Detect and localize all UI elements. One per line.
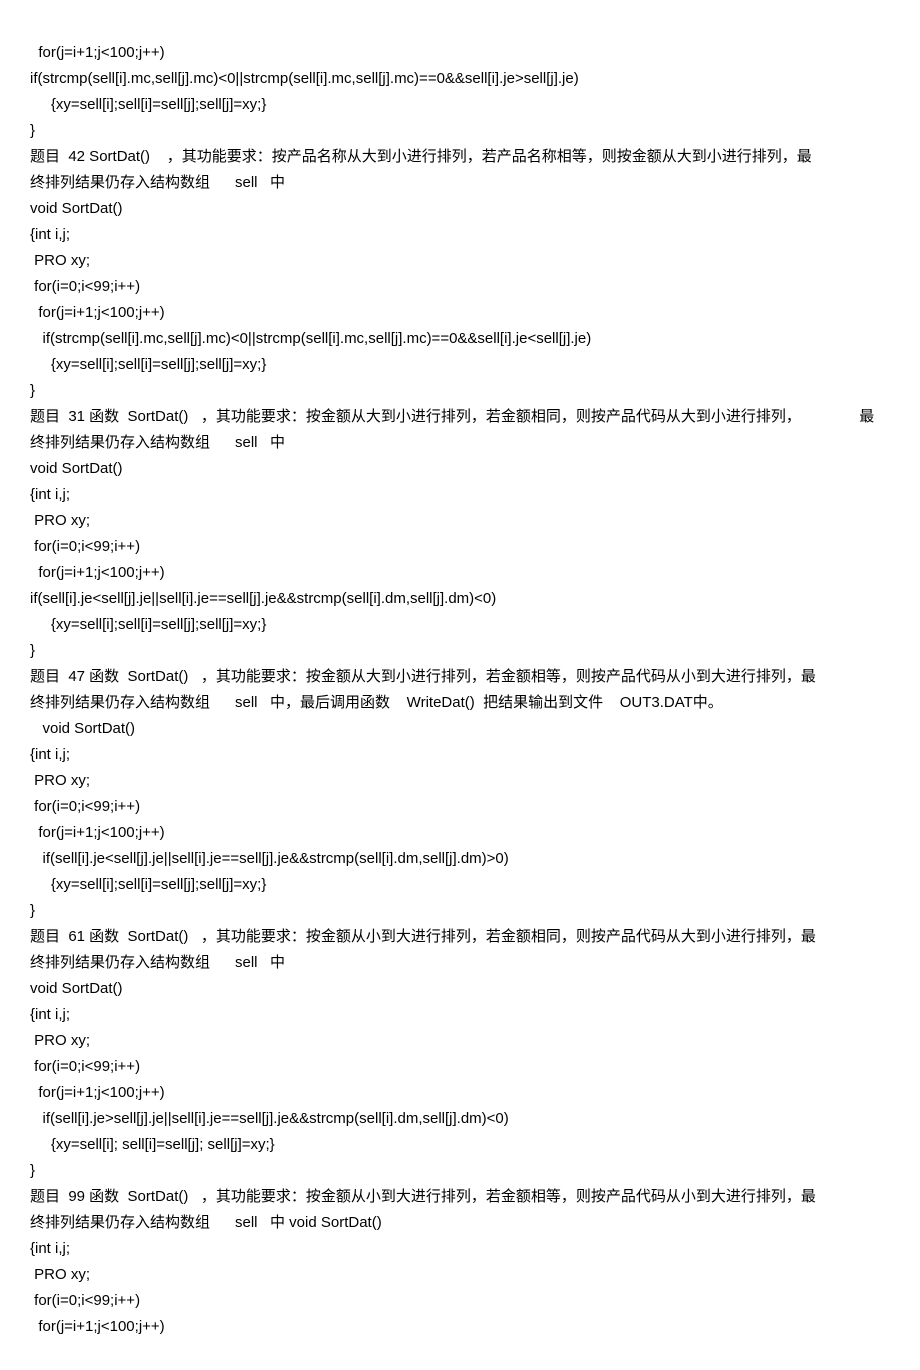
code-line: for(i=0;i<99;i++) (30, 274, 890, 300)
code-line: {xy=sell[i];sell[i]=sell[j];sell[j]=xy;} (30, 872, 890, 898)
code-line: } (30, 118, 890, 144)
code-line: } (30, 638, 890, 664)
code-line: {int i,j; (30, 1002, 890, 1028)
code-line: if(sell[i].je>sell[j].je||sell[i].je==se… (30, 1106, 890, 1132)
code-line: 题目 31 函数 SortDat() ，其功能要求：按金额从大到小进行排列，若金… (30, 404, 890, 430)
code-line: if(sell[i].je<sell[j].je||sell[i].je==se… (30, 846, 890, 872)
code-line: PRO xy; (30, 768, 890, 794)
code-line: } (30, 1158, 890, 1184)
code-line: {xy=sell[i]; sell[i]=sell[j]; sell[j]=xy… (30, 1132, 890, 1158)
code-line: for(i=0;i<99;i++) (30, 794, 890, 820)
code-line: {int i,j; (30, 1236, 890, 1262)
code-line: if(strcmp(sell[i].mc,sell[j].mc)<0||strc… (30, 66, 890, 92)
code-line: for(j=i+1;j<100;j++) (30, 40, 890, 66)
code-line: for(j=i+1;j<100;j++) (30, 820, 890, 846)
code-line: 终排列结果仍存入结构数组 sell 中 (30, 950, 890, 976)
code-line: for(i=0;i<99;i++) (30, 1054, 890, 1080)
code-line: PRO xy; (30, 1262, 890, 1288)
code-line: } (30, 378, 890, 404)
code-line: PRO xy; (30, 1028, 890, 1054)
code-line: {xy=sell[i];sell[i]=sell[j];sell[j]=xy;} (30, 612, 890, 638)
code-line: {xy=sell[i];sell[i]=sell[j];sell[j]=xy;} (30, 92, 890, 118)
code-line: if(sell[i].je<sell[j].je||sell[i].je==se… (30, 586, 890, 612)
code-line: void SortDat() (30, 196, 890, 222)
code-line: {int i,j; (30, 482, 890, 508)
code-line: } (30, 898, 890, 924)
code-line: {int i,j; (30, 742, 890, 768)
code-line: for(i=0;i<99;i++) (30, 534, 890, 560)
code-line: 终排列结果仍存入结构数组 sell 中 (30, 430, 890, 456)
code-line: for(j=i+1;j<100;j++) (30, 1314, 890, 1340)
code-line: for(j=i+1;j<100;j++) (30, 300, 890, 326)
code-line: void SortDat() (30, 456, 890, 482)
code-line: void SortDat() (30, 716, 890, 742)
code-line: 题目 61 函数 SortDat() ，其功能要求：按金额从小到大进行排列，若金… (30, 924, 890, 950)
code-line: 题目 42 SortDat() ，其功能要求：按产品名称从大到小进行排列，若产品… (30, 144, 890, 170)
code-line: 终排列结果仍存入结构数组 sell 中 void SortDat() (30, 1210, 890, 1236)
code-line: {xy=sell[i];sell[i]=sell[j];sell[j]=xy;} (30, 352, 890, 378)
code-line: for(i=0;i<99;i++) (30, 1288, 890, 1314)
code-line: 终排列结果仍存入结构数组 sell 中 (30, 170, 890, 196)
code-line: 题目 47 函数 SortDat() ，其功能要求：按金额从大到小进行排列，若金… (30, 664, 890, 690)
code-line: for(j=i+1;j<100;j++) (30, 560, 890, 586)
code-line: {int i,j; (30, 222, 890, 248)
code-line: PRO xy; (30, 248, 890, 274)
code-line: void SortDat() (30, 976, 890, 1002)
page-content: for(j=i+1;j<100;j++)if(strcmp(sell[i].mc… (30, 40, 890, 1340)
code-line: 终排列结果仍存入结构数组 sell 中，最后调用函数 WriteDat() 把结… (30, 690, 890, 716)
code-line: 题目 99 函数 SortDat() ，其功能要求：按金额从小到大进行排列，若金… (30, 1184, 890, 1210)
code-line: for(j=i+1;j<100;j++) (30, 1080, 890, 1106)
code-line: if(strcmp(sell[i].mc,sell[j].mc)<0||strc… (30, 326, 890, 352)
code-line: PRO xy; (30, 508, 890, 534)
